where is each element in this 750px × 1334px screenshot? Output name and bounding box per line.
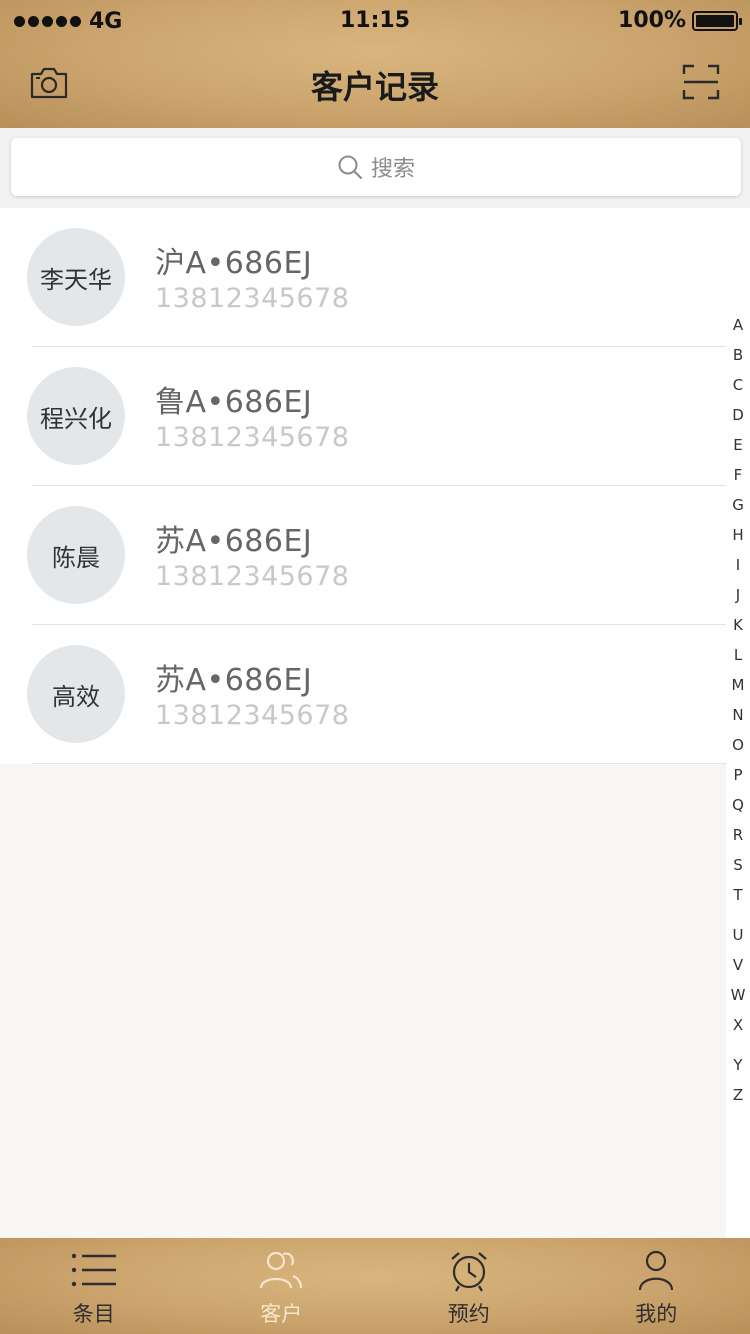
customer-row[interactable]: 程兴化 鲁A•686EJ 13812345678 [0,347,726,486]
list-icon [71,1253,116,1287]
index-letter[interactable]: R [726,826,750,844]
tab-entries[interactable]: 条目 [0,1238,188,1334]
phone-number: 13812345678 [155,422,350,453]
tab-label: 条目 [72,1302,115,1326]
index-letter[interactable]: J [726,586,750,604]
person-icon [639,1250,674,1291]
index-letter[interactable]: A [726,316,750,334]
avatar: 高效 [27,645,125,743]
alarm-clock-icon [450,1252,487,1292]
tab-customers[interactable]: 客户 [188,1238,376,1334]
search-input[interactable]: 搜索 [11,138,741,196]
index-letter[interactable]: K [726,616,750,634]
index-letter[interactable]: V [726,956,750,974]
index-letter[interactable]: M [726,676,750,694]
index-letter[interactable]: C [726,376,750,394]
status-bar: 4G 11:15 100% [0,0,750,40]
tab-bar: 条目 客户 预约 我的 [0,1238,750,1334]
phone-number: 13812345678 [155,283,350,314]
index-letter[interactable]: B [726,346,750,364]
index-letter[interactable]: G [726,496,750,514]
index-letter[interactable]: D [726,406,750,424]
tab-label: 预约 [447,1302,490,1326]
battery-percent: 100% [618,8,686,33]
tab-appointments[interactable]: 预约 [375,1238,563,1334]
phone-number: 13812345678 [155,700,350,731]
index-letter[interactable]: L [726,646,750,664]
customer-list: 李天华 沪A•686EJ 13812345678 程兴化 鲁A•686EJ 13… [0,208,726,764]
contacts-icon [260,1251,303,1289]
index-letter[interactable]: O [726,736,750,754]
alphabet-index[interactable]: ABCDEFGHIJKLMNOPQRST UVWX YZ [726,208,750,1238]
avatar: 陈晨 [27,506,125,604]
customer-row[interactable]: 陈晨 苏A•686EJ 13812345678 [0,486,726,625]
customer-row[interactable]: 李天华 沪A•686EJ 13812345678 [0,208,726,347]
license-plate: 沪A•686EJ [155,246,313,281]
index-letter[interactable]: T [726,886,750,904]
index-letter[interactable]: X [726,1016,750,1034]
index-letter[interactable]: S [726,856,750,874]
scan-button[interactable] [682,64,720,100]
battery-indicator: 100% [618,8,742,33]
license-plate: 苏A•686EJ [155,663,313,698]
customer-row[interactable]: 高效 苏A•686EJ 13812345678 [0,625,726,764]
index-letter[interactable]: Q [726,796,750,814]
tab-profile[interactable]: 我的 [563,1238,750,1334]
battery-icon [692,10,742,31]
phone-number: 13812345678 [155,561,350,592]
scan-icon [682,64,720,100]
search-bar-container: 搜索 [0,128,750,208]
index-letter[interactable]: N [726,706,750,724]
search-icon [338,155,363,180]
tab-label: 我的 [635,1302,678,1326]
index-letter[interactable]: W [726,986,750,1004]
index-letter[interactable]: U [726,926,750,944]
index-letter[interactable]: H [726,526,750,544]
index-letter[interactable]: Y [726,1056,750,1074]
license-plate: 鲁A•686EJ [155,385,313,420]
tab-label: 客户 [260,1302,303,1326]
index-letter[interactable]: F [726,466,750,484]
avatar: 李天华 [27,228,125,326]
index-letter[interactable]: Z [726,1086,750,1104]
license-plate: 苏A•686EJ [155,524,313,559]
avatar: 程兴化 [27,367,125,465]
page-title: 客户记录 [310,68,439,106]
index-letter[interactable]: I [726,556,750,574]
index-letter[interactable]: E [726,436,750,454]
index-letter[interactable]: P [726,766,750,784]
search-placeholder: 搜索 [370,157,415,182]
header: 4G 11:15 100% 客户记录 [0,0,750,128]
